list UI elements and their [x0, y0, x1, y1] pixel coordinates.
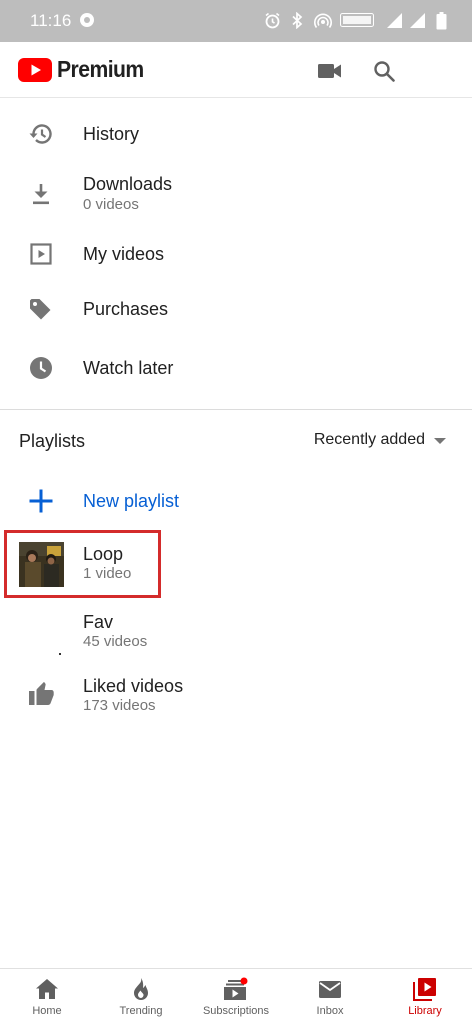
tag-icon	[28, 296, 54, 322]
search-icon	[374, 61, 395, 82]
nav-label: Inbox	[316, 1005, 344, 1017]
playlist-item-liked-videos[interactable]: Liked videos 173 videos	[0, 666, 472, 726]
menu-label: Downloads	[83, 174, 173, 194]
menu-label: History	[83, 124, 140, 144]
section-divider	[0, 409, 472, 410]
youtube-premium-logo[interactable]: Premium	[18, 56, 151, 83]
sort-label: Recently added	[313, 431, 425, 448]
nav-label: Home	[32, 1005, 62, 1017]
playlist-title: Fav	[83, 612, 114, 632]
clock-icon	[28, 355, 54, 381]
menu-sublabel: 0 videos	[83, 196, 139, 213]
nav-label: Library	[408, 1005, 442, 1017]
home-icon	[34, 977, 60, 1001]
brand-text: Premium	[57, 56, 144, 82]
subscriptions-icon	[223, 977, 249, 1001]
sort-dropdown[interactable]: Recently added	[314, 431, 446, 449]
search-button[interactable]	[371, 58, 397, 84]
dropdown-caret-icon	[434, 438, 446, 444]
library-icon	[412, 977, 438, 1001]
nav-inbox[interactable]: Inbox	[283, 969, 377, 1024]
nav-trending[interactable]: Trending	[94, 969, 188, 1024]
menu-item-purchases[interactable]: Purchases	[0, 281, 472, 337]
menu-label: Purchases	[83, 299, 169, 319]
playlist-title: Liked videos	[83, 676, 184, 696]
history-icon	[28, 121, 54, 147]
youtube-notification-icon	[79, 12, 95, 33]
menu-item-my-videos[interactable]: My videos	[0, 226, 472, 282]
playlist-item-fav[interactable]: Fav 45 videos	[0, 602, 472, 662]
menu-label: My videos	[83, 244, 165, 264]
app-bar: Premium	[0, 42, 472, 98]
menu-item-watch-later[interactable]: Watch later	[0, 340, 472, 396]
hotspot-icon	[314, 12, 332, 34]
bluetooth-icon	[290, 11, 304, 34]
mail-icon	[317, 977, 343, 1001]
playlist-thumbnail	[19, 542, 64, 587]
playlist-thumbnail	[19, 610, 64, 655]
menu-item-downloads[interactable]: Downloads 0 videos	[0, 166, 472, 222]
signal-icon	[386, 12, 403, 34]
video-camera-icon	[318, 64, 341, 78]
playlist-count: 1 video	[83, 565, 132, 582]
thumbs-up-icon	[28, 680, 56, 708]
playlist-item-loop[interactable]: Loop 1 video	[0, 534, 472, 594]
my-videos-icon	[28, 241, 54, 267]
playlist-count: 173 videos	[83, 697, 156, 714]
download-icon	[28, 181, 54, 207]
nav-library[interactable]: Library	[378, 969, 472, 1024]
new-playlist-label: New playlist	[83, 491, 180, 511]
battery-icon	[436, 12, 447, 35]
nav-home[interactable]: Home	[0, 969, 94, 1024]
camera-button[interactable]	[317, 58, 343, 84]
nav-label: Trending	[119, 1005, 163, 1017]
alarm-icon	[264, 12, 281, 34]
status-time: 11:16	[30, 11, 72, 30]
nav-label: Subscriptions	[202, 1005, 270, 1017]
signal-icon-2	[409, 12, 426, 34]
playlists-heading: Playlists	[19, 431, 86, 451]
playlist-count: 45 videos	[83, 633, 148, 650]
playlist-title: Loop	[83, 544, 124, 564]
status-bar: 11:16	[0, 0, 472, 42]
new-playlist-button[interactable]: New playlist	[0, 478, 472, 524]
menu-label: Watch later	[83, 358, 174, 378]
plus-icon	[28, 488, 54, 519]
youtube-logo-icon	[18, 57, 52, 82]
flame-icon	[128, 977, 154, 1001]
bottom-navigation: Home Trending Subscriptions Inbox Librar…	[0, 968, 472, 1024]
volte-icon	[340, 13, 374, 32]
nav-subscriptions[interactable]: Subscriptions	[189, 969, 283, 1024]
menu-item-history[interactable]: History	[0, 106, 472, 162]
